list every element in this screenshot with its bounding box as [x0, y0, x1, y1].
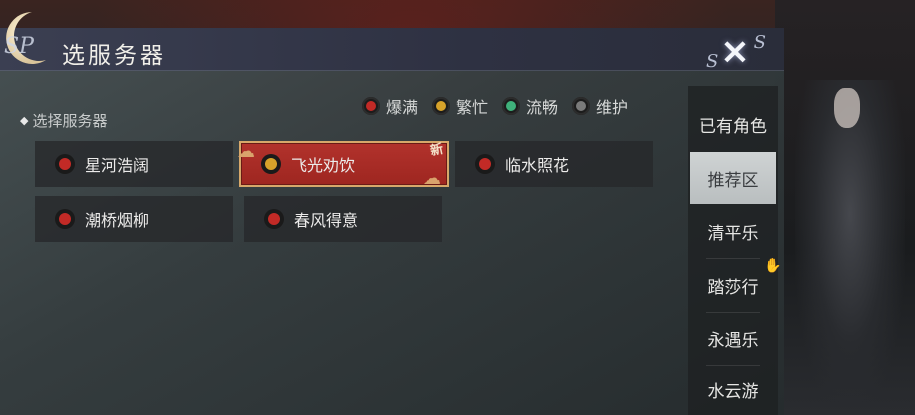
close-button[interactable]: S × S	[700, 30, 770, 74]
legend-label: 爆满	[386, 98, 419, 117]
server-item-chaoqiao[interactable]: 潮桥烟柳	[35, 196, 233, 242]
tab-label: 已有角色	[699, 116, 767, 137]
server-item-feiguang[interactable]: ☁ ☁ 飞光劝饮 新	[237, 141, 449, 189]
tab-label: 清平乐	[707, 223, 759, 244]
status-dot-icon	[432, 97, 451, 115]
tab-label: 踏莎行	[707, 277, 759, 298]
tab-qingpingle[interactable]: 清平乐	[688, 205, 778, 257]
tab-label: 永遇乐	[707, 330, 759, 351]
status-dot-icon	[362, 97, 380, 115]
legend-label: 繁忙	[456, 98, 489, 117]
status-dot-icon	[55, 209, 75, 229]
tab-existing-roles[interactable]: 已有角色	[688, 98, 778, 150]
tab-shuiyunyou[interactable]: 水云游	[688, 363, 778, 415]
tab-yongyule[interactable]: 永遇乐	[688, 312, 778, 364]
server-name: 星河浩阔	[85, 156, 150, 175]
server-item-xinghe[interactable]: 星河浩阔	[35, 141, 233, 187]
legend-item-busy: 繁忙	[432, 94, 488, 118]
region-tabs: 已有角色 推荐区 清平乐 踏莎行 永遇乐 水云游	[688, 86, 778, 415]
tab-label: 水云游	[707, 381, 759, 402]
server-name: 潮桥烟柳	[85, 211, 150, 230]
legend-label: 维护	[596, 98, 629, 117]
legend-item-maintenance: 维护	[572, 94, 628, 118]
status-dot-icon	[572, 97, 591, 115]
server-item-linshui[interactable]: 临水照花	[455, 141, 653, 187]
server-item-chunfeng[interactable]: 春风得意	[244, 196, 442, 242]
title-decoration: SP	[4, 34, 34, 59]
close-decoration-bottom: S	[706, 51, 719, 72]
section-header: ◆ 选择服务器	[20, 110, 107, 131]
section-label: 选择服务器	[32, 112, 108, 130]
diamond-icon: ◆	[20, 114, 29, 127]
server-name: 飞光劝饮	[291, 156, 356, 175]
cloud-ornament-icon: ☁	[423, 168, 441, 189]
tab-label: 推荐区	[707, 170, 759, 191]
tab-recommended[interactable]: 推荐区	[690, 152, 776, 204]
legend-item-full: 爆满	[362, 94, 418, 118]
character-face	[834, 88, 860, 128]
status-dot-icon	[264, 209, 284, 229]
cloud-ornament-icon: ☁	[237, 141, 255, 162]
server-name: 临水照花	[505, 156, 570, 175]
close-icon: ×	[719, 31, 751, 72]
status-dot-icon	[502, 97, 521, 115]
close-decoration-top: S	[753, 32, 766, 53]
legend-item-smooth: 流畅	[502, 94, 558, 118]
legend-label: 流畅	[526, 98, 559, 117]
status-dot-icon	[55, 154, 75, 174]
server-name: 春风得意	[294, 211, 359, 230]
status-dot-icon	[261, 154, 281, 174]
status-dot-icon	[475, 154, 495, 174]
new-badge: 新	[428, 141, 445, 160]
scroll-hand-icon: ✋	[764, 258, 782, 274]
character-figure	[795, 80, 905, 415]
page-title: 选服务器	[62, 43, 166, 69]
status-legend: 爆满 繁忙 流畅 维护	[362, 94, 628, 118]
